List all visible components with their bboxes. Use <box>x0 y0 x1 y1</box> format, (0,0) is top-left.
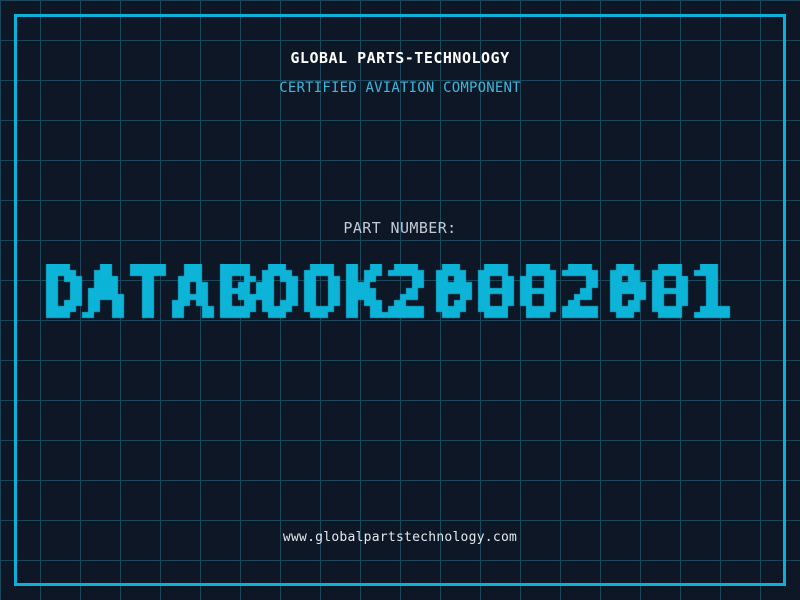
company-title: GLOBAL PARTS-TECHNOLOGY <box>290 49 510 67</box>
part-number-label: PART NUMBER: <box>343 219 457 237</box>
website-url: www.globalpartstechnology.com <box>282 530 518 545</box>
part-number-display <box>28 264 772 336</box>
certification-subtitle: CERTIFIED AVIATION COMPONENT <box>279 80 521 96</box>
